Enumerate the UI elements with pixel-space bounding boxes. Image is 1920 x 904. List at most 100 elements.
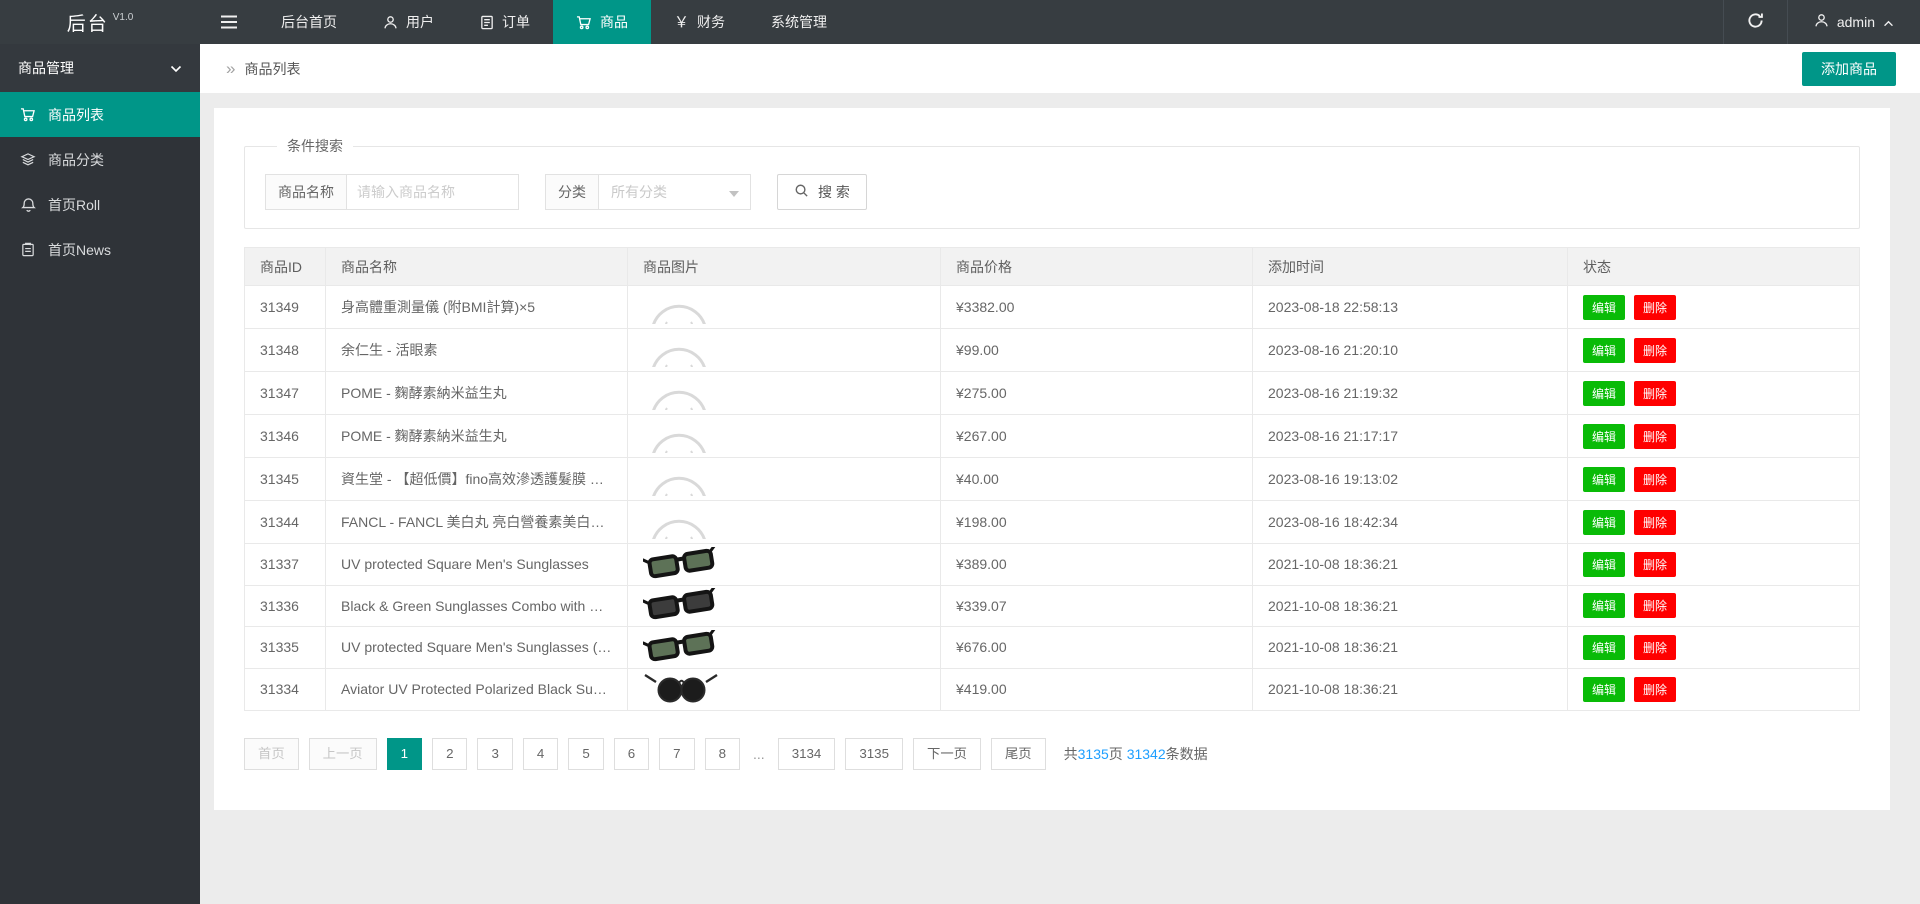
page-7-button[interactable]: 7 xyxy=(659,738,695,770)
product-name-input[interactable] xyxy=(347,174,519,210)
summary-records-word: 条数据 xyxy=(1165,746,1208,762)
navbar-right: admin xyxy=(1722,0,1920,44)
total-records-count: 31342 xyxy=(1126,746,1166,762)
nav-item-orders[interactable]: 订单 xyxy=(457,0,553,44)
cell-product-name: POME - 麴酵素納米益生丸 xyxy=(325,414,628,458)
refresh-button[interactable] xyxy=(1722,0,1787,44)
column-header: 状态 xyxy=(1567,247,1860,286)
top-navbar: 后台 V1.0 后台首页 用户 订单 商品 ￥ 财务 系统管理 admin xyxy=(0,0,1920,44)
product-name-label: 商品名称 xyxy=(265,174,347,210)
sidebar-item-home-news[interactable]: 首页News xyxy=(0,227,200,272)
page-3-button[interactable]: 3 xyxy=(477,738,513,770)
cell-product-name: 資生堂 - 【超低價】fino高效滲透護髮膜 紅色 230g... xyxy=(325,457,628,501)
edit-button[interactable]: 编辑 xyxy=(1583,380,1626,406)
order-icon xyxy=(480,15,494,30)
sunglasses-green-icon xyxy=(643,628,719,665)
cell-actions: 编辑 删除 xyxy=(1567,328,1860,372)
delete-button[interactable]: 删除 xyxy=(1634,294,1677,320)
cell-product-id: 31337 xyxy=(244,543,326,586)
page-6-button[interactable]: 6 xyxy=(613,738,650,770)
edit-button[interactable]: 编辑 xyxy=(1583,337,1626,363)
page-2-button[interactable]: 2 xyxy=(432,738,468,770)
cell-actions: 编辑 删除 xyxy=(1567,285,1860,329)
cell-product-price: ¥99.00 xyxy=(940,328,1253,372)
page-4-button[interactable]: 4 xyxy=(522,738,559,770)
delete-button[interactable]: 删除 xyxy=(1634,634,1677,660)
products-table: 商品ID 商品名称 商品图片 商品价格 添加时间 状态 31349 身高體重測量儀 (附BM… xyxy=(244,247,1860,711)
sidebar-group-goods[interactable]: 商品管理 xyxy=(0,44,200,92)
cell-product-price: ¥676.00 xyxy=(940,626,1253,669)
delete-button[interactable]: 删除 xyxy=(1634,380,1677,406)
table-row: 31348 余仁生 - 活眼素 ¥99.00 2023-08-16 21:20:10 编… xyxy=(244,328,1860,372)
delete-button[interactable]: 删除 xyxy=(1634,466,1677,492)
sidebar: 商品管理 商品列表商品分类首页Roll 首页News xyxy=(0,44,200,904)
logo: 后台 V1.0 xyxy=(0,0,200,44)
cell-product-name: FANCL - FANCL 美白丸 亮白營養素美白丸 180粒 (... xyxy=(325,500,628,544)
nav-item-goods[interactable]: 商品 xyxy=(553,0,651,44)
cell-created-time: 2021-10-08 18:36:21 xyxy=(1252,543,1568,586)
cell-actions: 编辑 删除 xyxy=(1567,543,1860,586)
edit-button[interactable]: 编辑 xyxy=(1583,294,1626,320)
column-header: 商品ID xyxy=(244,247,326,286)
search-legend: 条件搜索 xyxy=(287,138,343,154)
nav-item-system[interactable]: 系统管理 xyxy=(748,0,850,44)
delete-button[interactable]: 删除 xyxy=(1634,676,1677,702)
edit-button[interactable]: 编辑 xyxy=(1583,634,1626,660)
page-8-button[interactable]: 8 xyxy=(704,738,741,770)
sidebar-item-goods-list[interactable]: 商品列表 xyxy=(0,92,200,137)
table-row: 31334 Aviator UV Protected Polarized Blac… xyxy=(244,667,1860,711)
cell-product-image xyxy=(627,328,941,372)
cell-product-name: Black & Green Sunglasses Combo with UV P… xyxy=(325,584,628,627)
user-menu[interactable]: admin xyxy=(1786,0,1920,44)
delete-button[interactable]: 删除 xyxy=(1634,423,1677,449)
cell-created-time: 2023-08-18 22:58:13 xyxy=(1252,285,1568,329)
delete-button[interactable]: 删除 xyxy=(1634,509,1677,535)
delete-button[interactable]: 删除 xyxy=(1634,593,1677,619)
cell-actions: 编辑 删除 xyxy=(1567,667,1860,711)
logo-version: V1.0 xyxy=(112,12,134,23)
search-icon xyxy=(794,183,809,201)
pagination: 首页 上一页 1 2 3 4 5 6 7 8... 3134 3135 下一页 尾页 共3135页 3134… xyxy=(244,738,1860,770)
main-area: » 商品列表 添加商品 条件搜索 商品名称 分类 所 xyxy=(200,44,1920,904)
sidebar-item-label: 商品列表 xyxy=(48,106,104,123)
nav-item-label: 系统管理 xyxy=(771,14,828,30)
cell-product-price: ¥389.00 xyxy=(940,543,1253,586)
sidebar-item-goods-category[interactable]: 商品分类 xyxy=(0,137,200,182)
search-button[interactable]: 搜 索 xyxy=(777,174,867,210)
edit-button[interactable]: 编辑 xyxy=(1583,509,1626,535)
edit-button[interactable]: 编辑 xyxy=(1583,551,1626,577)
page-1-button[interactable]: 1 xyxy=(386,738,423,770)
table-row: 31345資生堂 - 【超低價】fino高效滲透護髮膜 紅色 230g... ¥4… xyxy=(244,457,1860,501)
nav-item-users[interactable]: 用户 xyxy=(360,0,457,44)
hamburger-icon[interactable] xyxy=(200,0,258,44)
category-select[interactable]: 所有分类 xyxy=(599,174,751,210)
nav-item-home[interactable]: 后台首页 xyxy=(258,0,360,44)
cell-product-image xyxy=(627,500,941,544)
page-3134-button[interactable]: 3134 xyxy=(777,738,836,770)
sidebar-item-label: 首页News xyxy=(48,241,112,258)
add-product-button[interactable]: 添加商品 xyxy=(1802,51,1896,86)
edit-button[interactable]: 编辑 xyxy=(1583,593,1626,619)
delete-button[interactable]: 删除 xyxy=(1634,551,1677,577)
cell-product-name: 余仁生 - 活眼素 xyxy=(325,328,628,372)
delete-button[interactable]: 删除 xyxy=(1634,337,1677,363)
pagination-summary: 共3135页 31342条数据 xyxy=(1064,744,1208,764)
cell-product-price: ¥267.00 xyxy=(940,414,1253,458)
search-panel: 条件搜索 商品名称 分类 所有分类 xyxy=(244,136,1860,229)
page-last-button[interactable]: 尾页 xyxy=(990,738,1046,770)
edit-button[interactable]: 编辑 xyxy=(1583,423,1626,449)
cell-created-time: 2023-08-16 19:13:02 xyxy=(1252,457,1568,501)
broken-image-icon xyxy=(643,330,715,367)
edit-button[interactable]: 编辑 xyxy=(1583,466,1626,492)
sidebar-item-home-roll[interactable]: 首页Roll xyxy=(0,182,200,227)
sidebar-item-label: 首页Roll xyxy=(48,196,101,213)
page-5-button[interactable]: 5 xyxy=(568,738,604,770)
page-3135-button[interactable]: 3135 xyxy=(845,738,903,770)
nav-item-label: 订单 xyxy=(502,14,530,30)
nav-item-label: 商品 xyxy=(600,14,628,30)
page-next-button[interactable]: 下一页 xyxy=(913,738,981,770)
cell-product-name: UV protected Square Men's Sunglasses (P3… xyxy=(325,626,628,669)
edit-button[interactable]: 编辑 xyxy=(1583,676,1626,702)
breadcrumb-arrows-icon: » xyxy=(226,59,236,78)
nav-item-finance[interactable]: ￥ 财务 xyxy=(651,0,748,44)
